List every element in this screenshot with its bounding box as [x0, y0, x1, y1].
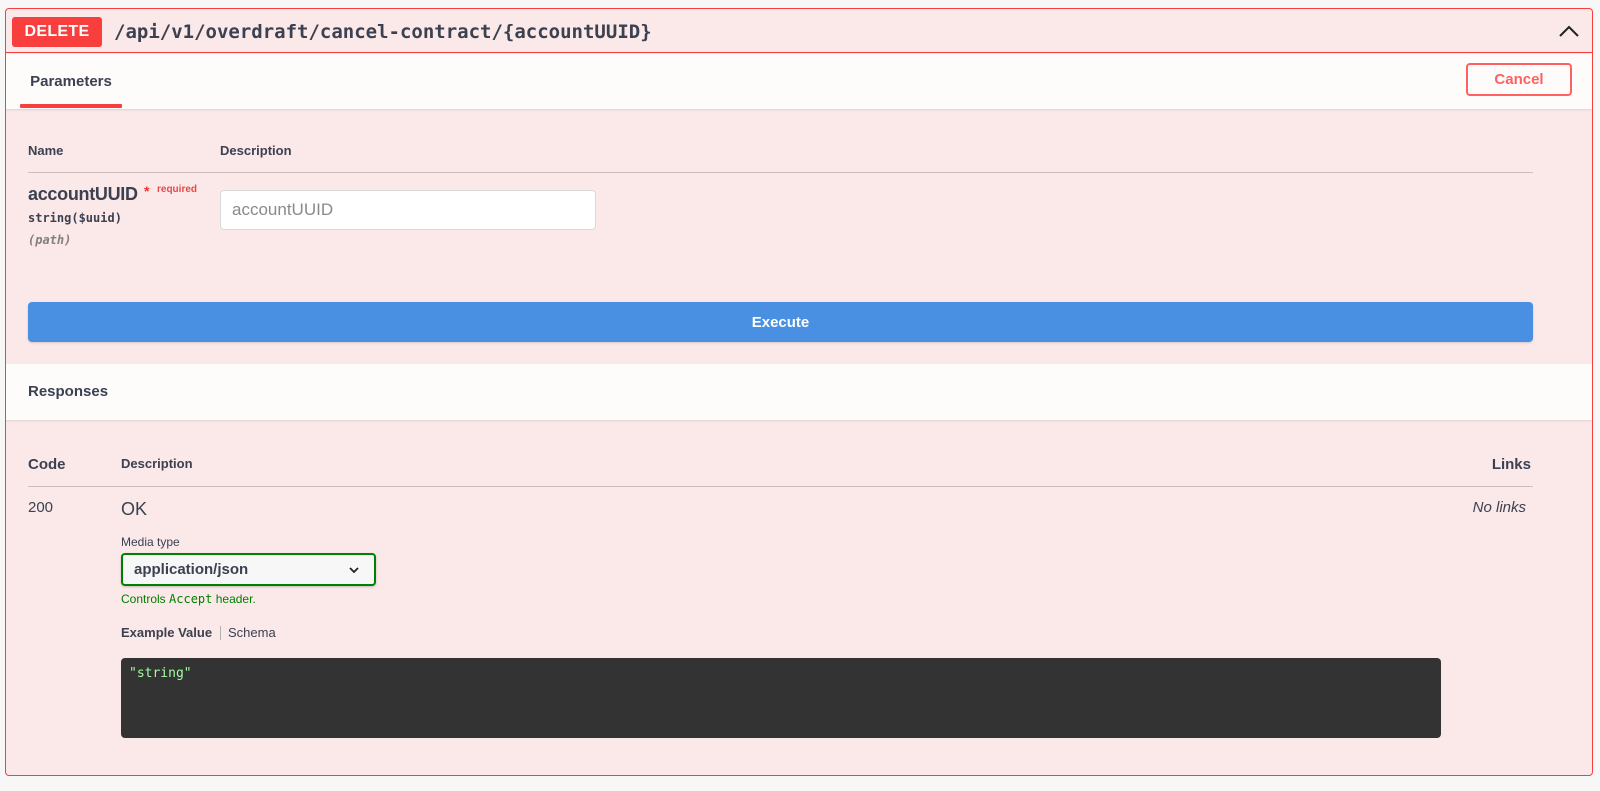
response-description: OK [121, 499, 148, 519]
controls-header-name: Accept [169, 592, 213, 606]
method-badge: DELETE [12, 17, 102, 47]
collapse-button[interactable] [1554, 17, 1584, 45]
operation-block-delete: DELETE /api/v1/overdraft/cancel-contract… [5, 8, 1593, 776]
param-location: (path) [28, 233, 72, 247]
response-description-column-header: Description [121, 456, 193, 471]
example-value-text: "string" [129, 666, 192, 681]
responses-table-divider [28, 486, 1533, 487]
param-name: accountUUID [28, 184, 138, 204]
controls-suffix: header. [215, 592, 256, 606]
chevron-up-icon [1559, 25, 1579, 37]
media-type-select[interactable]: application/json [121, 553, 376, 586]
tab-separator [220, 626, 221, 640]
tab-active-indicator [20, 104, 122, 108]
param-type: string($uuid) [28, 211, 122, 225]
response-code-column-header: Code [28, 456, 66, 473]
tab-parameters[interactable]: Parameters [20, 54, 122, 109]
media-type-value: application/json [134, 561, 249, 578]
responses-title: Responses [28, 383, 109, 400]
params-table-divider [28, 172, 1533, 173]
execute-button[interactable]: Execute [28, 302, 1533, 342]
tab-schema[interactable]: Schema [228, 625, 276, 640]
response-code: 200 [28, 499, 54, 516]
required-marker: * [144, 183, 150, 199]
endpoint-path: /api/v1/overdraft/cancel-contract/{accou… [114, 21, 652, 43]
tab-example-value[interactable]: Example Value [121, 625, 212, 640]
responses-header: Responses [6, 364, 1592, 420]
account-uuid-input[interactable] [220, 190, 596, 230]
required-label: required [157, 184, 198, 195]
example-value-code-block[interactable]: "string" [121, 658, 1441, 738]
cancel-button[interactable]: Cancel [1466, 63, 1572, 96]
controls-accept-note: Controls Accept header. [121, 592, 256, 606]
operation-summary[interactable]: DELETE /api/v1/overdraft/cancel-contract… [6, 9, 1592, 53]
chevron-down-icon [349, 567, 359, 574]
media-type-label: Media type [121, 535, 180, 549]
response-links-column-header: Links [1491, 456, 1531, 473]
param-name-column-header: Name [28, 143, 64, 158]
response-links: No links [1472, 499, 1526, 516]
param-description-column-header: Description [220, 143, 292, 158]
controls-prefix: Controls [121, 592, 166, 606]
parameters-header: Parameters Cancel [6, 54, 1592, 109]
